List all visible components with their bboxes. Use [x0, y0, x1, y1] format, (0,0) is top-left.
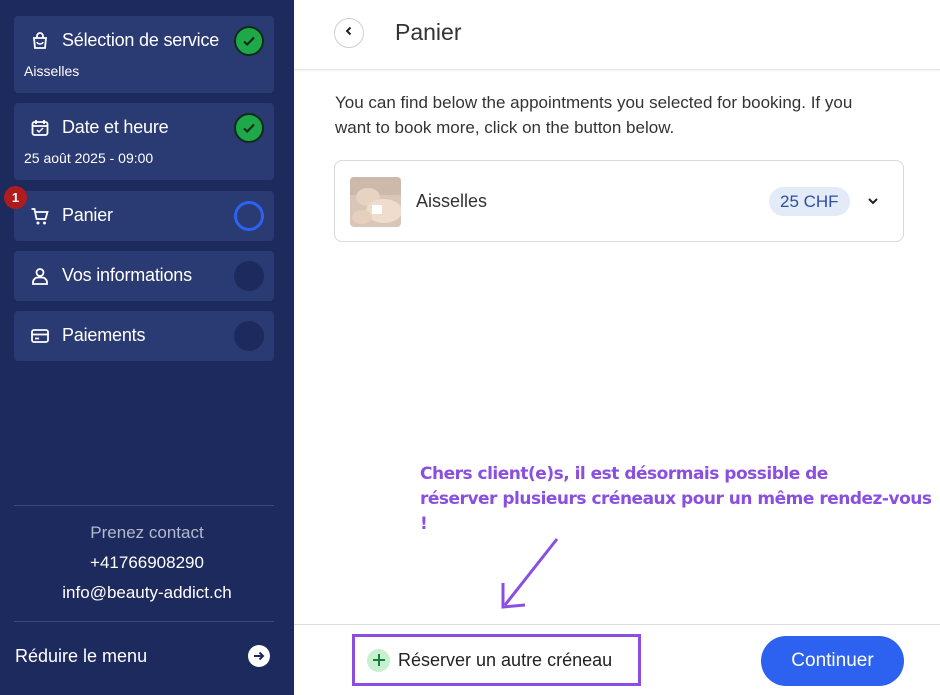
step-label: Sélection de service — [62, 30, 220, 50]
step-label: Date et heure — [62, 117, 169, 137]
price-badge: 25 CHF — [769, 187, 850, 216]
check-icon — [234, 26, 264, 56]
divider — [14, 505, 274, 506]
continue-button[interactable]: Continuer — [761, 636, 904, 686]
in-progress-indicator — [234, 201, 264, 231]
header: Panier — [294, 0, 940, 70]
step-label: Paiements — [62, 325, 146, 345]
step-service-selection[interactable]: Sélection de service Aisselles — [14, 16, 274, 93]
intro-line: You can find below the appointments you … — [335, 93, 853, 112]
step-payments[interactable]: Paiements — [14, 311, 274, 361]
add-slot-label: Réserver un autre créneau — [398, 649, 613, 670]
step-sublabel: Aisselles — [24, 63, 80, 79]
step-label: Vos informations — [62, 265, 192, 285]
step-cart[interactable]: Panier — [14, 191, 274, 241]
contact-phone[interactable]: +41766908290 — [0, 553, 294, 573]
step-sublabel: 25 août 2025 - 09:00 — [24, 150, 154, 166]
divider — [14, 621, 274, 622]
page-title: Panier — [395, 19, 462, 45]
pending-indicator — [234, 261, 264, 291]
notice-line: Chers client(e)s, il est désormais possi… — [420, 464, 828, 484]
step-date-time[interactable]: Date et heure 25 août 2025 - 09:00 — [14, 103, 274, 180]
cart-count-badge: 1 — [4, 186, 27, 209]
notice-line: réserver plusieurs créneaux pour un même… — [420, 489, 932, 534]
plus-icon — [367, 648, 390, 672]
intro-line: want to book more, click on the button b… — [335, 118, 675, 137]
add-slot-button[interactable]: Réserver un autre créneau — [352, 634, 641, 686]
chevron-down-icon[interactable] — [865, 193, 881, 209]
notice-message: Chers client(e)s, il est désormais possi… — [420, 462, 940, 537]
intro-text: You can find below the appointments you … — [335, 90, 895, 140]
sidebar: Sélection de service Aisselles Date et h… — [0, 0, 294, 695]
contact-title: Prenez contact — [90, 523, 204, 542]
step-label: Panier — [62, 205, 113, 225]
chevron-left-icon — [343, 24, 355, 42]
bag-icon — [29, 30, 51, 52]
collapse-menu-label[interactable]: Réduire le menu — [15, 646, 147, 667]
back-button[interactable] — [334, 18, 364, 48]
arrow-annotation — [501, 538, 559, 609]
cart-item[interactable]: Aisselles 25 CHF — [334, 160, 904, 242]
contact-email[interactable]: info@beauty-addict.ch — [0, 583, 294, 603]
arrow-right-icon[interactable] — [248, 645, 270, 667]
step-your-information[interactable]: Vos informations — [14, 251, 274, 301]
pending-indicator — [234, 321, 264, 351]
credit-card-icon — [29, 325, 51, 347]
person-icon — [29, 265, 51, 287]
cart-icon — [29, 205, 51, 227]
check-icon — [234, 113, 264, 143]
service-thumbnail — [350, 177, 401, 227]
service-name: Aisselles — [416, 191, 488, 211]
calendar-icon — [29, 117, 51, 139]
